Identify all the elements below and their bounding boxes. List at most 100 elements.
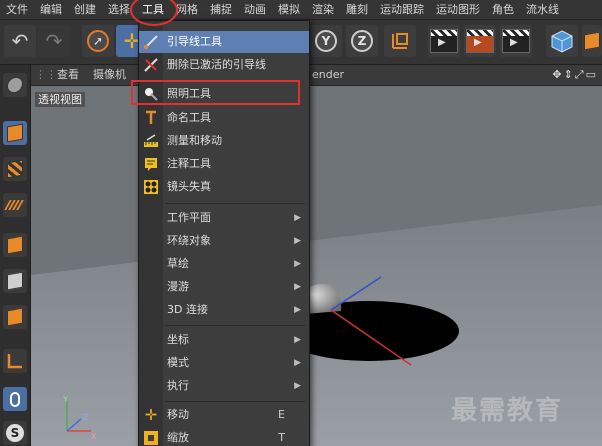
guide-tool-icon <box>143 34 159 50</box>
menu-item-label: 移动 <box>167 408 189 421</box>
menu-item-scale[interactable]: 缩放 T <box>139 427 309 446</box>
perspective-viewport[interactable]: ⋮⋮ 查看 摄像机 ender ✥⇕⤢▭ 透视视图 Y Z X 最需教育 <box>31 65 602 446</box>
model-mode-icon <box>7 123 23 143</box>
viewport-menu-camera[interactable]: 摄像机 <box>93 65 126 85</box>
lens-distortion-icon <box>143 179 159 195</box>
menu-snap[interactable]: 捕捉 <box>204 0 238 19</box>
menu-render[interactable]: 渲染 <box>306 0 340 19</box>
points-mode-icon <box>7 235 23 255</box>
menu-item-coordinates[interactable]: 坐标 ▶ <box>139 329 309 351</box>
menu-pipeline[interactable]: 流水线 <box>520 0 565 19</box>
menu-item-delete-active-guide[interactable]: 删除已激活的引导线 <box>139 54 309 76</box>
viewport-menu-view[interactable]: 查看 <box>57 65 79 85</box>
menu-file[interactable]: 文件 <box>0 0 34 19</box>
make-editable-button[interactable] <box>3 73 27 97</box>
render-view-button[interactable] <box>428 25 460 57</box>
live-selection-button[interactable]: ➚ <box>82 25 114 57</box>
grip-icon: ⋮⋮ <box>35 68 57 81</box>
viewport-menu-prorender[interactable]: ender <box>312 65 344 85</box>
annotation-highlight-box <box>131 80 300 105</box>
snap-button[interactable]: S <box>3 421 27 445</box>
menu-item-label: 坐标 <box>167 333 189 346</box>
menu-bar: 文件 编辑 创建 选择 工具 网格 捕捉 动画 模拟 渲染 雕刻 运动跟踪 运动… <box>0 0 602 20</box>
world-axis-gizmo: Y Z X <box>62 395 97 440</box>
redo-icon: ↷ <box>45 29 63 53</box>
submenu-arrow-icon: ▶ <box>294 213 301 223</box>
menu-item-label: 草绘 <box>167 257 189 270</box>
axis-mode-button[interactable] <box>3 349 27 373</box>
render-view-icon <box>430 29 458 53</box>
menu-item-label: 测量和移动 <box>167 134 222 147</box>
menu-sculpt[interactable]: 雕刻 <box>340 0 374 19</box>
menu-item-label: 命名工具 <box>167 111 211 124</box>
menu-item-lens-distortion[interactable]: 镜头失真 <box>139 176 309 198</box>
menu-mograph[interactable]: 运动图形 <box>430 0 486 19</box>
redo-button[interactable]: ↷ <box>38 25 70 57</box>
axis-y-label: Y <box>62 395 68 404</box>
menu-item-move[interactable]: ✛ 移动 E <box>139 404 309 426</box>
cube-primitive-button[interactable] <box>546 25 578 57</box>
menu-simulate[interactable]: 模拟 <box>272 0 306 19</box>
snap-icon: S <box>6 424 24 442</box>
submenu-arrow-icon: ▶ <box>294 381 301 391</box>
cinema4d-window: 文件 编辑 创建 选择 工具 网格 捕捉 动画 模拟 渲染 雕刻 运动跟踪 运动… <box>0 0 602 446</box>
render-picture-viewer-button[interactable] <box>464 25 496 57</box>
menu-item-label: 3D 连接 <box>167 303 208 316</box>
polygons-mode-button[interactable] <box>3 305 27 329</box>
texture-mode-icon <box>7 159 23 179</box>
cube-primitive-icon <box>551 30 573 53</box>
submenu-arrow-icon: ▶ <box>294 259 301 269</box>
submenu-arrow-icon: ▶ <box>294 282 301 292</box>
coordinate-system-icon <box>392 33 408 49</box>
render-picture-viewer-icon <box>466 29 494 53</box>
delete-guide-icon <box>143 57 159 73</box>
submenu-arrow-icon: ▶ <box>294 305 301 315</box>
menu-item-measure-move[interactable]: 测量和移动 <box>139 130 309 152</box>
menu-item-execute[interactable]: 执行 ▶ <box>139 375 309 397</box>
menu-item-naming-tool[interactable]: 命名工具 <box>139 107 309 129</box>
menu-item-label: 引导线工具 <box>167 35 222 48</box>
menu-item-guide-tool[interactable]: 引导线工具 <box>139 31 309 53</box>
undo-button[interactable]: ↶ <box>4 25 36 57</box>
edit-render-settings-button[interactable] <box>500 25 532 57</box>
menu-item-orbit-object[interactable]: 环绕对象 ▶ <box>139 230 309 252</box>
axis-y-button[interactable]: Y <box>310 25 342 57</box>
menu-item-navigation[interactable]: 漫游 ▶ <box>139 276 309 298</box>
menu-create[interactable]: 创建 <box>68 0 102 19</box>
points-mode-button[interactable] <box>3 233 27 257</box>
menu-item-3d-connection[interactable]: 3D 连接 ▶ <box>139 299 309 321</box>
menu-separator <box>165 325 305 326</box>
sculpt-icon <box>7 75 23 95</box>
move-icon: ✛ <box>144 406 158 424</box>
menu-item-label: 注释工具 <box>167 157 211 170</box>
menu-item-modes[interactable]: 模式 ▶ <box>139 352 309 374</box>
viewport-navigation-icons[interactable]: ✥⇕⤢▭ <box>552 65 598 85</box>
menu-item-shortcut: T <box>278 431 285 444</box>
menu-item-workplane[interactable]: 工作平面 ▶ <box>139 207 309 229</box>
toolbar-overflow-button[interactable] <box>582 25 602 57</box>
axis-z-icon: Z <box>351 30 373 52</box>
measure-icon <box>143 133 159 149</box>
menu-edit[interactable]: 编辑 <box>34 0 68 19</box>
edges-mode-button[interactable] <box>3 269 27 293</box>
edit-render-settings-icon <box>502 29 530 53</box>
menu-item-annotation-tool[interactable]: 注释工具 <box>139 153 309 175</box>
menu-animate[interactable]: 动画 <box>238 0 272 19</box>
annotation-icon <box>143 156 159 172</box>
workplane-mode-button[interactable] <box>3 193 27 217</box>
menu-character[interactable]: 角色 <box>486 0 520 19</box>
coordinate-system-button[interactable] <box>384 25 416 57</box>
cube-variant-icon <box>584 31 600 51</box>
watermark: 最需教育 <box>451 396 564 426</box>
texture-mode-button[interactable] <box>3 157 27 181</box>
mouse-icon <box>10 391 20 407</box>
menu-motion-tracking[interactable]: 运动跟踪 <box>374 0 430 19</box>
tweak-mode-button[interactable] <box>3 387 27 411</box>
submenu-arrow-icon: ▶ <box>294 236 301 246</box>
axis-z-button[interactable]: Z <box>346 25 378 57</box>
model-mode-button[interactable] <box>3 121 27 145</box>
menu-item-shortcut: E <box>278 408 285 421</box>
menu-separator <box>165 401 305 402</box>
menu-item-sketch[interactable]: 草绘 ▶ <box>139 253 309 275</box>
axis-mode-icon <box>7 354 22 369</box>
